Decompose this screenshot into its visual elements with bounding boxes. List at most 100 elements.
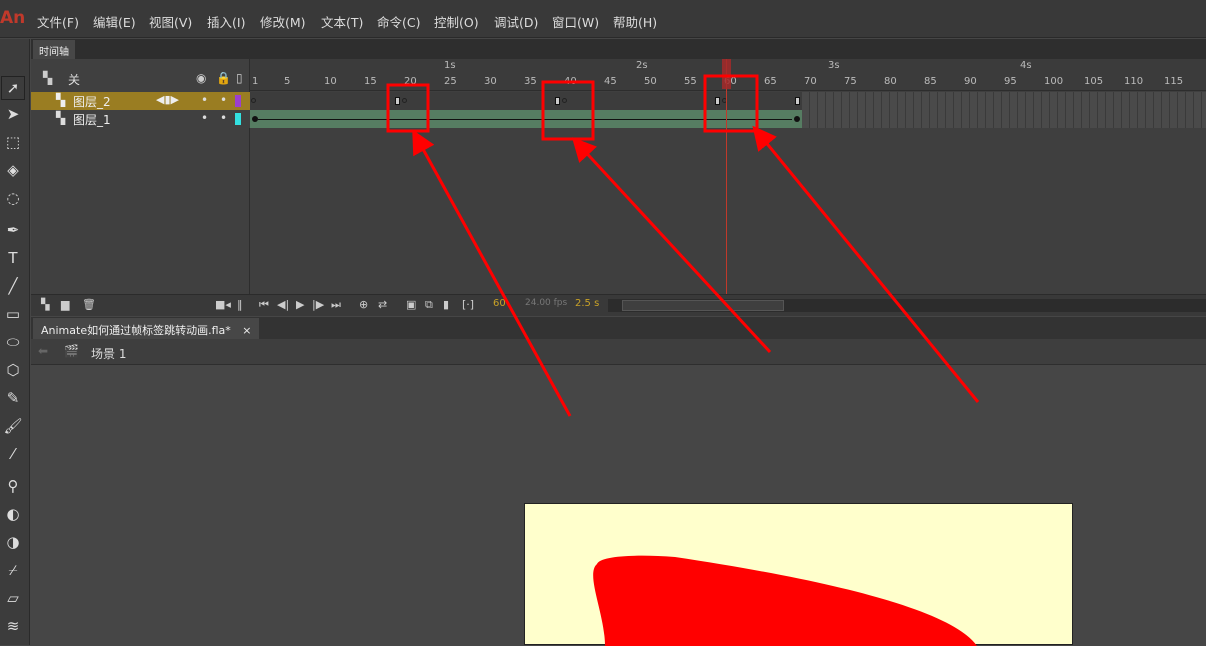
text-tool-icon[interactable]: T <box>2 247 24 269</box>
edit-multiple-icon[interactable]: ▮ <box>443 298 449 311</box>
bone-tool-icon[interactable]: ⚲ <box>2 475 24 497</box>
scrollbar-thumb[interactable] <box>622 300 784 311</box>
scene-name[interactable]: 场景 1 <box>91 345 126 362</box>
layer-name[interactable]: 图层_1 <box>73 111 111 128</box>
ruler-frame-label: 110 <box>1124 76 1144 87</box>
menu-item[interactable]: 调试(D) <box>494 12 538 31</box>
parent-view-icon[interactable]: ‖ <box>237 298 243 311</box>
menu-item[interactable]: 控制(O) <box>434 12 479 31</box>
lock-icon[interactable]: 🔒 <box>216 71 231 85</box>
visibility-dot[interactable]: • <box>201 93 208 107</box>
outline-icon[interactable]: ▯ <box>236 71 243 85</box>
layer-row-2[interactable]: ▚ 图层_2 ◀▮▶ • • <box>31 92 1206 110</box>
3d-rotation-tool-icon[interactable]: ◈ <box>2 159 24 181</box>
keyframe[interactable] <box>555 97 560 105</box>
visibility-dot[interactable]: • <box>201 111 208 125</box>
keyframe[interactable] <box>795 97 800 105</box>
horizontal-scrollbar[interactable] <box>608 299 1206 312</box>
menu-item[interactable]: 帮助(H) <box>613 12 657 31</box>
pencil-tool-icon[interactable]: ✎ <box>2 387 24 409</box>
new-folder-icon[interactable]: ▆ <box>61 298 69 311</box>
menu-item[interactable]: 文件(F) <box>37 12 79 31</box>
eraser-tool-icon[interactable]: ▱ <box>2 587 24 609</box>
delete-layer-icon[interactable]: 🗑 <box>82 298 96 311</box>
blank-keyframe[interactable] <box>402 98 407 103</box>
frame-track[interactable] <box>250 110 1206 128</box>
eyedropper-tool-icon[interactable]: ⌿ <box>2 559 24 581</box>
blank-keyframe[interactable] <box>562 98 567 103</box>
menu-item[interactable]: 插入(I) <box>207 12 245 31</box>
layer-color-swatch[interactable] <box>235 95 241 107</box>
frame-rate[interactable]: 24.00 fps <box>525 298 567 308</box>
keyframe[interactable] <box>715 97 720 105</box>
loop-icon[interactable]: ⇄ <box>378 298 387 311</box>
menu-item[interactable]: 视图(V) <box>149 12 192 31</box>
paint-brush-tool-icon[interactable]: ⁄ <box>2 443 24 465</box>
polystar-tool-icon[interactable]: ⬡ <box>2 359 24 381</box>
layer-color-swatch[interactable] <box>235 113 241 125</box>
paint-bucket-tool-icon[interactable]: ◐ <box>2 503 24 525</box>
ruler-frame-label: 75 <box>844 76 857 87</box>
lock-dot[interactable]: • <box>220 93 227 107</box>
ruler-second-label: 4s <box>1020 60 1032 71</box>
pen-tool-icon[interactable]: ✒ <box>2 219 24 241</box>
document-tab-title: Animate如何通过帧标签跳转动画.fla* <box>41 324 231 337</box>
scene-bar: ⬅ 🎬 场景 1 <box>31 339 1206 365</box>
onion-outline-icon[interactable]: ⧉ <box>425 298 433 312</box>
red-shape[interactable] <box>525 504 1074 646</box>
frame-track[interactable] <box>250 92 1206 110</box>
ruler-frame-label: 85 <box>924 76 937 87</box>
lasso-tool-icon[interactable]: ◌ <box>2 187 24 209</box>
keyframe[interactable] <box>395 97 400 105</box>
step-back-icon[interactable]: ◀| <box>277 298 289 311</box>
keyframe-nav-icon[interactable]: ◀▮▶ <box>156 93 179 106</box>
width-tool-icon[interactable]: ≋ <box>2 615 24 637</box>
center-frame-icon[interactable]: ⊕ <box>359 298 368 311</box>
subselection-tool-icon[interactable]: ➤ <box>2 103 24 125</box>
oval-tool-icon[interactable]: ⬭ <box>2 331 24 353</box>
playhead[interactable] <box>726 59 727 294</box>
ink-bottle-tool-icon[interactable]: ◑ <box>2 531 24 553</box>
layer-name[interactable]: 图层_2 <box>73 93 111 110</box>
motion-tween-span[interactable] <box>250 110 802 128</box>
timeline-footer: ▚ ▆ 🗑 ■◂ ‖ ⏮ ◀| ▶ |▶ ⏭ ⊕ ⇄ ▣ ⧉ ▮ [·] 60 … <box>31 294 1206 316</box>
layer-outline-icon[interactable]: ▚ <box>43 71 52 85</box>
onion-markers-icon[interactable]: [·] <box>462 298 474 311</box>
ruler-frame-label: 70 <box>804 76 817 87</box>
ruler-frame-label: 15 <box>364 76 377 87</box>
ruler-frame-label: 25 <box>444 76 457 87</box>
menu-item[interactable]: 窗口(W) <box>552 12 599 31</box>
menu-item[interactable]: 修改(M) <box>260 12 306 31</box>
document-tab[interactable]: Animate如何通过帧标签跳转动画.fla* × <box>33 318 260 339</box>
back-arrow-icon[interactable]: ⬅ <box>38 344 48 358</box>
close-tab-icon[interactable]: × <box>242 324 251 337</box>
menu-item[interactable]: 命令(C) <box>377 12 420 31</box>
brush-tool-icon[interactable]: 🖌 <box>2 415 24 437</box>
new-layer-icon[interactable]: ▚ <box>41 298 49 311</box>
selection-tool-icon[interactable]: ➚ <box>1 76 25 100</box>
tab-timeline[interactable]: 时间轴 <box>33 40 75 59</box>
menu-item[interactable]: 文本(T) <box>321 12 363 31</box>
ruler-frame-label: 35 <box>524 76 537 87</box>
rectangle-tool-icon[interactable]: ▭ <box>2 303 24 325</box>
menu-item[interactable]: 编辑(E) <box>93 12 136 31</box>
last-frame-icon[interactable]: ⏭ <box>331 298 341 312</box>
ruler-frame-label: 90 <box>964 76 977 87</box>
lock-dot[interactable]: • <box>220 111 227 125</box>
step-forward-icon[interactable]: |▶ <box>312 298 324 311</box>
free-transform-tool-icon[interactable]: ⬚ <box>2 131 24 153</box>
show-all-label: 关 <box>68 73 81 87</box>
eye-icon[interactable]: ◉ <box>196 71 206 85</box>
keyframe[interactable] <box>251 98 256 103</box>
current-frame[interactable]: 60 <box>493 298 506 309</box>
camera-icon[interactable]: ■◂ <box>215 298 231 311</box>
playhead-handle[interactable] <box>722 59 731 89</box>
first-frame-icon[interactable]: ⏮ <box>259 298 269 312</box>
stage-canvas[interactable] <box>524 503 1074 646</box>
onion-skin-icon[interactable]: ▣ <box>406 298 416 311</box>
ruler-frame-label: 20 <box>404 76 417 87</box>
layer-row-1[interactable]: ▚ 图层_1 • • <box>31 110 1206 128</box>
play-icon[interactable]: ▶ <box>296 298 304 311</box>
line-tool-icon[interactable]: ╱ <box>2 275 24 297</box>
app-logo: An <box>0 8 26 28</box>
